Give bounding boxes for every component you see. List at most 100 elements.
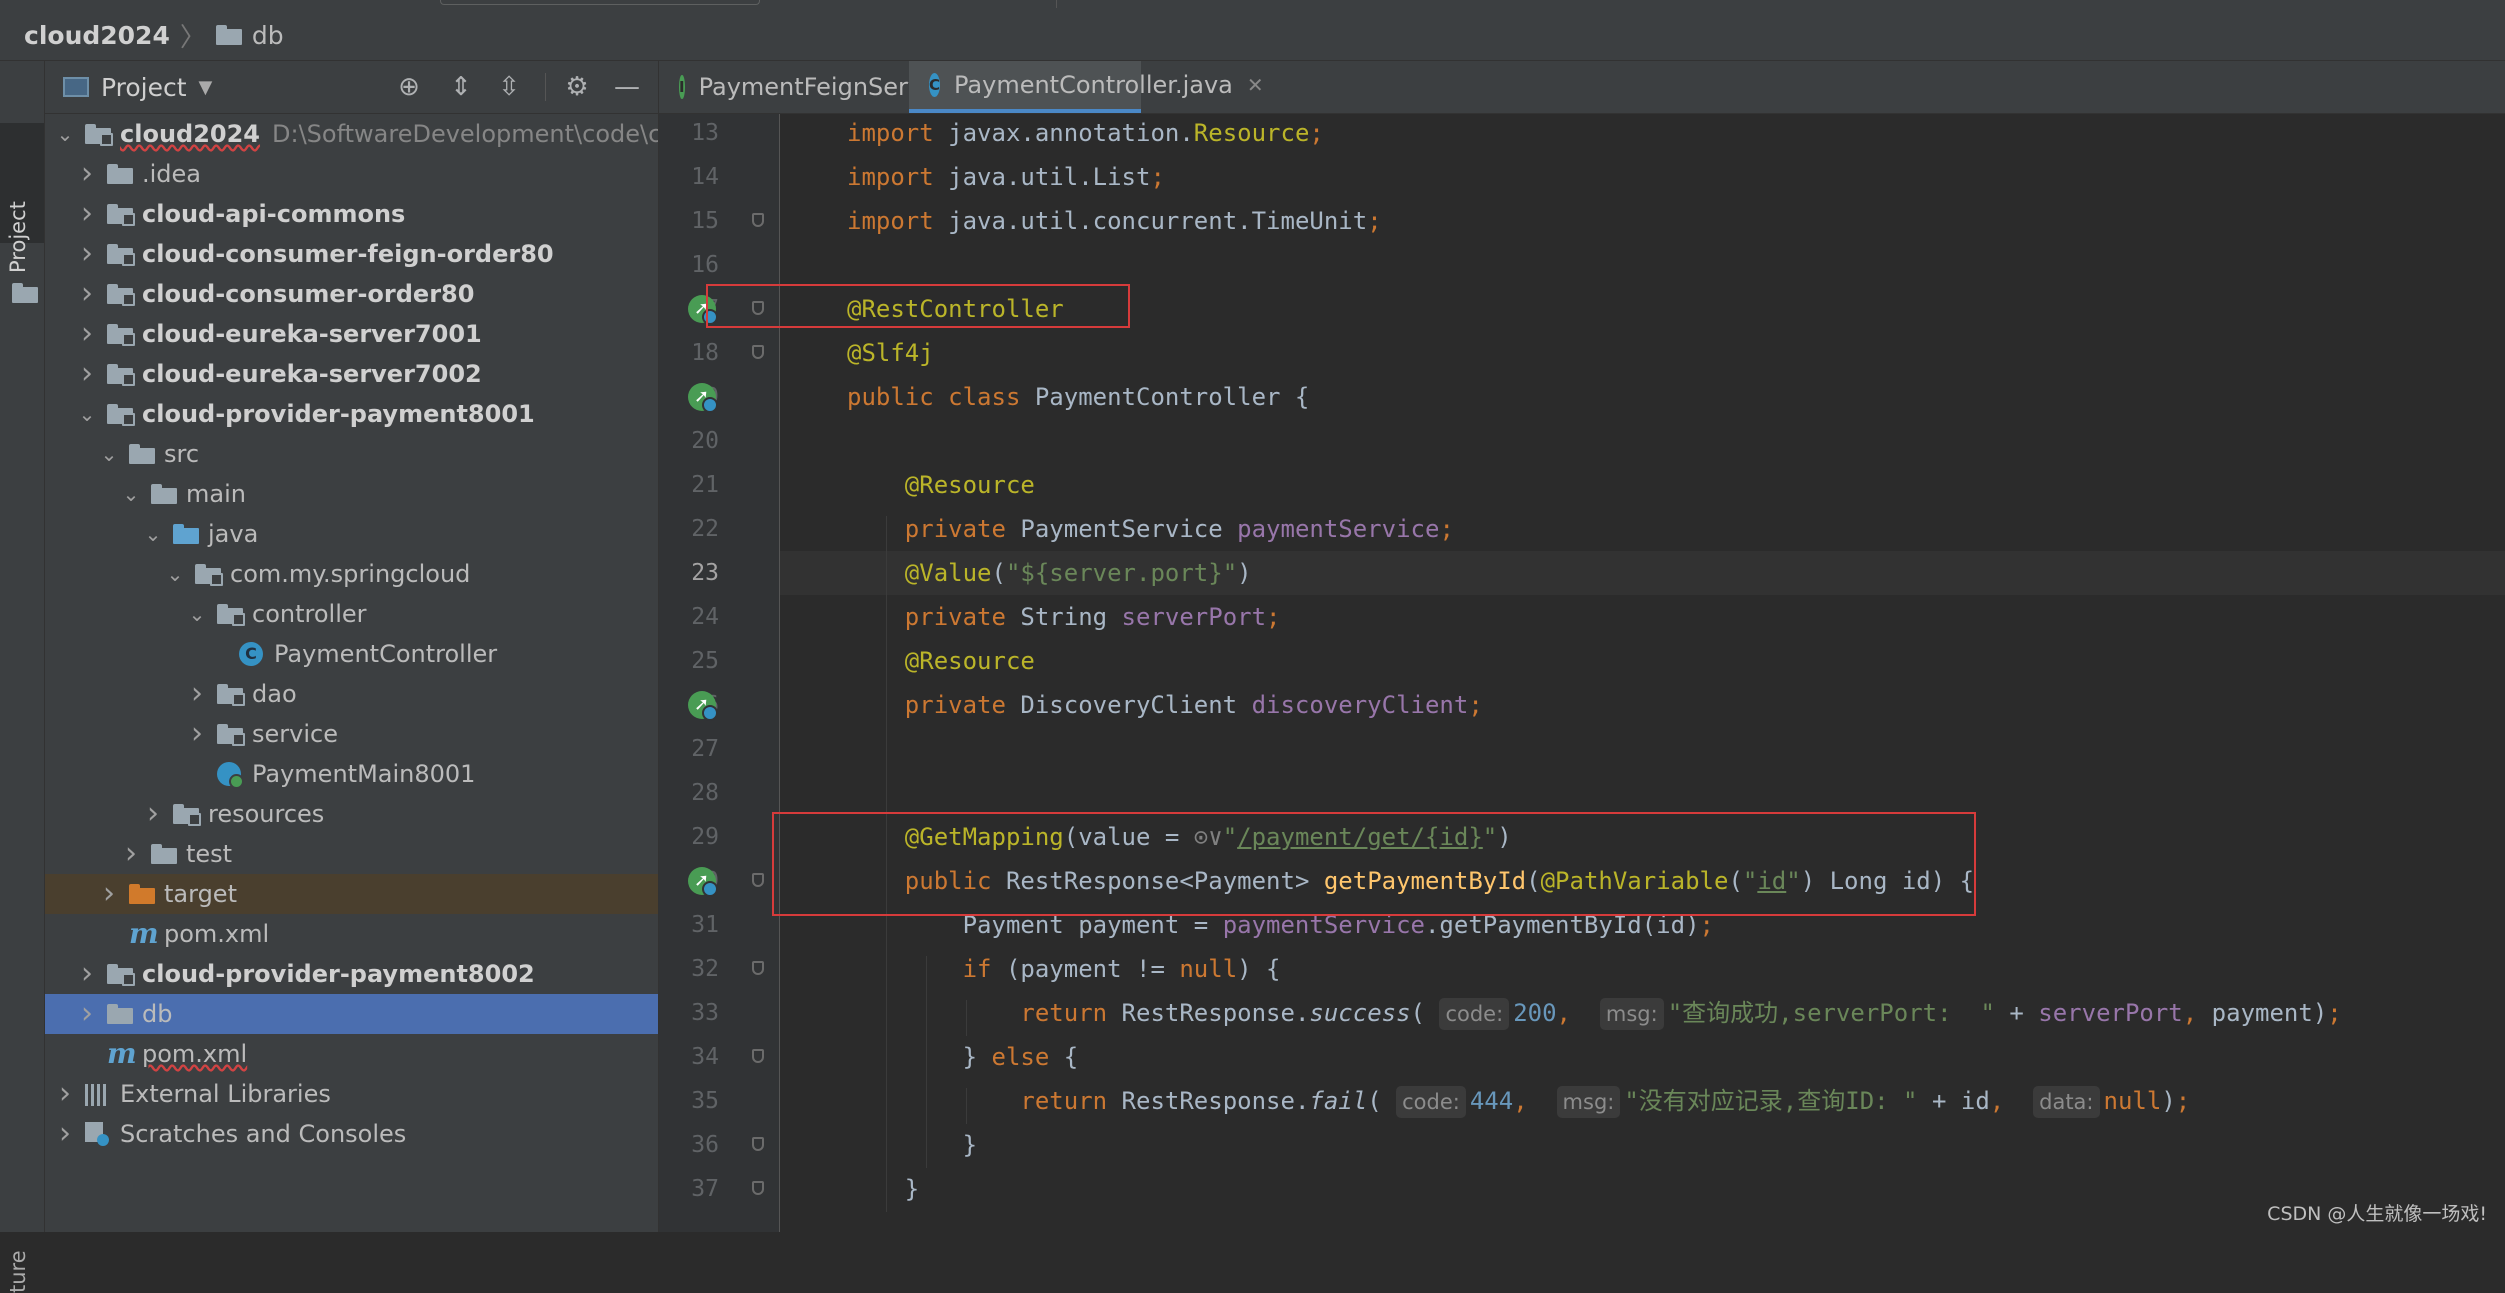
code-line[interactable]: 36 }	[691, 1123, 2505, 1167]
code-line[interactable]: 16	[691, 243, 2505, 287]
code-line[interactable]: 13 import javax.annotation.Resource;	[691, 111, 2505, 155]
code-line[interactable]: 23 @Value("${server.port}")	[691, 551, 2505, 595]
code-line[interactable]: 33 return RestResponse.success( code: 200…	[691, 991, 2505, 1035]
minimize-icon[interactable]: —	[611, 71, 643, 103]
chevron-right-icon[interactable]: ›	[55, 1114, 75, 1154]
chevron-right-icon[interactable]: ›	[77, 314, 97, 354]
tree-item-text: cloud-provider-payment8001	[142, 400, 535, 428]
tree-item[interactable]: › resources	[45, 794, 658, 834]
expand-all-icon[interactable]: ⇕	[445, 71, 477, 103]
tab-payment-feign-service[interactable]: I PaymentFeignService.java ✕	[659, 61, 1045, 113]
tree-item[interactable]: › cloud-consumer-order80	[45, 274, 658, 314]
code-line[interactable]: 18 @Slf4j	[691, 331, 2505, 375]
code-line[interactable]: 15 import java.util.concurrent.TimeUnit;	[691, 199, 2505, 243]
code-line[interactable]: 14 import java.util.List;	[691, 155, 2505, 199]
tree-item[interactable]: m pom.xml	[45, 1034, 658, 1074]
code-line[interactable]: 35 return RestResponse.fail( code: 444, m…	[691, 1079, 2505, 1123]
line-number: 21	[691, 472, 719, 498]
line-number: 28	[691, 780, 719, 806]
tree-item[interactable]: C PaymentController	[45, 634, 658, 674]
collapse-all-icon[interactable]: ⇳	[493, 71, 525, 103]
code-line[interactable]: 20	[691, 419, 2505, 463]
code-line[interactable]: 32 if (payment != null) {	[691, 947, 2505, 991]
tree-item-label: test	[186, 834, 232, 874]
tree-item[interactable]: › db	[45, 994, 658, 1034]
tree-item[interactable]: › cloud-consumer-feign-order80	[45, 234, 658, 274]
tree-item[interactable]: › .idea	[45, 154, 658, 194]
close-icon[interactable]: ✕	[1247, 73, 1264, 97]
tree-item[interactable]: › cloud-api-commons	[45, 194, 658, 234]
chevron-right-icon[interactable]: ›	[77, 274, 97, 314]
tree-item[interactable]: › External Libraries	[45, 1074, 658, 1114]
fold-marker-icon[interactable]	[752, 873, 764, 887]
breadcrumb-folder[interactable]: db	[215, 21, 284, 50]
tree-item[interactable]: ⌄ cloud-provider-payment8001	[45, 394, 658, 434]
chevron-right-icon[interactable]: ›	[121, 834, 141, 874]
chevron-right-icon[interactable]: ›	[77, 994, 97, 1034]
tree-item[interactable]: ⌄ controller	[45, 594, 658, 634]
code-line[interactable]: 21 @Resource	[691, 463, 2505, 507]
chevron-right-icon[interactable]: ›	[99, 874, 119, 914]
chevron-down-icon[interactable]: ⌄	[121, 474, 141, 514]
code-text: }	[847, 1167, 919, 1211]
code-line[interactable]: 34 } else {	[691, 1035, 2505, 1079]
tab-payment-controller[interactable]: C PaymentController.java ✕	[909, 61, 1264, 113]
code-line[interactable]: 19➚public class PaymentController {	[688, 375, 2505, 419]
chevron-down-icon[interactable]: ⌄	[77, 394, 97, 434]
chevron-right-icon[interactable]: ›	[187, 714, 207, 754]
tree-item[interactable]: › test	[45, 834, 658, 874]
gear-icon[interactable]: ⚙	[561, 71, 593, 103]
chevron-right-icon[interactable]: ›	[77, 954, 97, 994]
breadcrumb-project[interactable]: cloud2024	[24, 21, 170, 50]
chevron-down-icon[interactable]: ⌄	[165, 554, 185, 594]
chevron-right-icon[interactable]: ›	[77, 194, 97, 234]
tree-item[interactable]: ⌄ main	[45, 474, 658, 514]
tree-item[interactable]: › service	[45, 714, 658, 754]
code-line[interactable]: 37 }	[691, 1167, 2505, 1211]
tree-item[interactable]: › target	[45, 874, 658, 914]
chevron-down-icon[interactable]: ⌄	[143, 514, 163, 554]
chevron-right-icon[interactable]: ›	[77, 154, 97, 194]
tree-item[interactable]: › Scratches and Consoles	[45, 1114, 658, 1154]
chevron-right-icon[interactable]: ›	[187, 674, 207, 714]
code-line[interactable]: 26➚ private DiscoveryClient discoveryCli…	[688, 683, 2505, 727]
fold-marker-icon[interactable]	[752, 213, 764, 227]
project-view-selector[interactable]: Project	[101, 73, 187, 102]
tree-item[interactable]: › cloud-provider-payment8002	[45, 954, 658, 994]
chevron-down-icon[interactable]: ⌄	[55, 114, 75, 154]
tree-item[interactable]: ⌄ java	[45, 514, 658, 554]
tree-item[interactable]: m pom.xml	[45, 914, 658, 954]
code-area[interactable]: 13 import javax.annotation.Resource; 14 imp…	[688, 111, 2505, 1232]
chevron-down-icon[interactable]: ⌄	[187, 594, 207, 634]
code-line[interactable]: 24 private String serverPort;	[691, 595, 2505, 639]
fold-marker-icon[interactable]	[752, 1049, 764, 1063]
fold-marker-icon[interactable]	[752, 345, 764, 359]
chevron-right-icon[interactable]: ›	[55, 1074, 75, 1114]
fold-marker-icon[interactable]	[752, 1137, 764, 1151]
chevron-right-icon[interactable]: ›	[77, 234, 97, 274]
code-line[interactable]: 28	[691, 771, 2505, 815]
fold-marker-icon[interactable]	[752, 1181, 764, 1195]
chevron-right-icon[interactable]: ›	[77, 354, 97, 394]
spring-bean-gutter-icon[interactable]: ➚	[688, 867, 718, 897]
tree-item[interactable]: ⌄ com.my.springcloud	[45, 554, 658, 594]
fold-marker-icon[interactable]	[752, 961, 764, 975]
spring-bean-gutter-icon[interactable]: ➚	[688, 383, 718, 413]
code-line[interactable]: 22 private PaymentService paymentService…	[691, 507, 2505, 551]
structure-tool-tab[interactable]: ture	[6, 1250, 30, 1293]
spring-bean-gutter-icon[interactable]: ➚	[688, 691, 718, 721]
locate-icon[interactable]: ⊕	[393, 71, 425, 103]
chevron-down-icon[interactable]: ⌄	[99, 434, 119, 474]
tree-item[interactable]: ⌄ cloud2024 D:\SoftwareDevelopment\code\cl…	[45, 114, 658, 154]
caret-down-icon[interactable]: ▼	[199, 77, 213, 98]
code-line[interactable]: 27	[691, 727, 2505, 771]
tree-item[interactable]: ⌄ src	[45, 434, 658, 474]
chevron-right-icon[interactable]: ›	[143, 794, 163, 834]
code-line[interactable]: 25 @Resource	[691, 639, 2505, 683]
tree-item[interactable]: › cloud-eureka-server7001	[45, 314, 658, 354]
tree-item[interactable]: › dao	[45, 674, 658, 714]
tree-item[interactable]: PaymentMain8001	[45, 754, 658, 794]
project-tool-tab[interactable]: Project	[0, 123, 44, 303]
code-token: ,	[1556, 999, 1600, 1027]
tree-item[interactable]: › cloud-eureka-server7002	[45, 354, 658, 394]
